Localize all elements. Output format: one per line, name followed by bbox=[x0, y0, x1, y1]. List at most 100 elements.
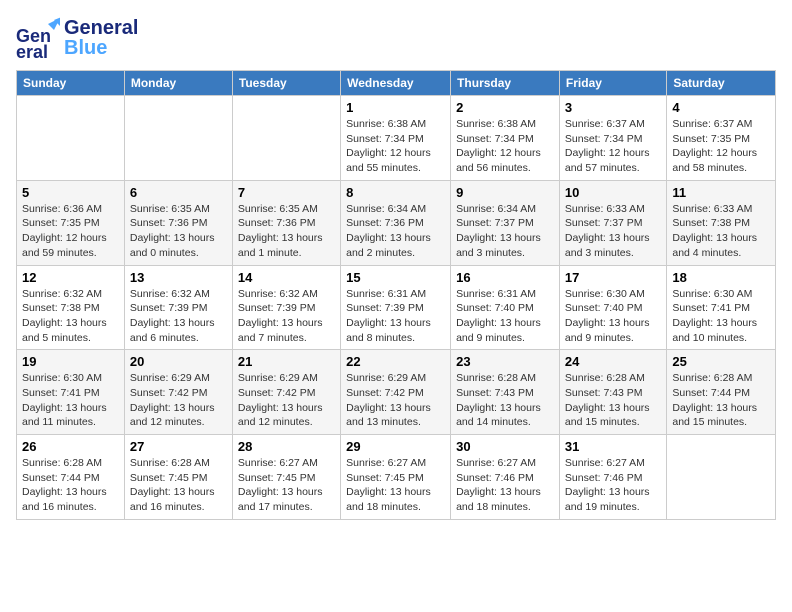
day-info: Sunrise: 6:38 AMSunset: 7:34 PMDaylight:… bbox=[346, 117, 445, 176]
day-number: 17 bbox=[565, 270, 661, 285]
calendar-week-4: 19Sunrise: 6:30 AMSunset: 7:41 PMDayligh… bbox=[17, 350, 776, 435]
day-number: 26 bbox=[22, 439, 119, 454]
day-info: Sunrise: 6:27 AMSunset: 7:45 PMDaylight:… bbox=[238, 456, 335, 515]
calendar-cell: 9 Sunrise: 6:34 AMSunset: 7:37 PMDaylight… bbox=[451, 180, 560, 265]
day-number: 11 bbox=[672, 185, 770, 200]
calendar-cell: 13 Sunrise: 6:32 AMSunset: 7:39 PMDayligh… bbox=[124, 265, 232, 350]
day-info: Sunrise: 6:37 AMSunset: 7:35 PMDaylight:… bbox=[672, 117, 770, 176]
calendar-table: SundayMondayTuesdayWednesdayThursdayFrid… bbox=[16, 70, 776, 520]
day-info: Sunrise: 6:29 AMSunset: 7:42 PMDaylight:… bbox=[346, 371, 445, 430]
day-info: Sunrise: 6:28 AMSunset: 7:44 PMDaylight:… bbox=[672, 371, 770, 430]
calendar-cell: 2 Sunrise: 6:38 AMSunset: 7:34 PMDaylight… bbox=[451, 96, 560, 181]
day-info: Sunrise: 6:32 AMSunset: 7:38 PMDaylight:… bbox=[22, 287, 119, 346]
calendar-cell: 29 Sunrise: 6:27 AMSunset: 7:45 PMDayligh… bbox=[341, 435, 451, 520]
day-number: 21 bbox=[238, 354, 335, 369]
day-number: 15 bbox=[346, 270, 445, 285]
day-info: Sunrise: 6:35 AMSunset: 7:36 PMDaylight:… bbox=[130, 202, 227, 261]
column-header-saturday: Saturday bbox=[667, 71, 776, 96]
day-info: Sunrise: 6:30 AMSunset: 7:41 PMDaylight:… bbox=[22, 371, 119, 430]
calendar-cell: 20 Sunrise: 6:29 AMSunset: 7:42 PMDayligh… bbox=[124, 350, 232, 435]
calendar-week-3: 12 Sunrise: 6:32 AMSunset: 7:38 PMDayligh… bbox=[17, 265, 776, 350]
day-info: Sunrise: 6:28 AMSunset: 7:45 PMDaylight:… bbox=[130, 456, 227, 515]
day-info: Sunrise: 6:28 AMSunset: 7:43 PMDaylight:… bbox=[456, 371, 554, 430]
calendar-cell: 17 Sunrise: 6:30 AMSunset: 7:40 PMDayligh… bbox=[559, 265, 666, 350]
calendar-cell: 16Sunrise: 6:31 AMSunset: 7:40 PMDayligh… bbox=[451, 265, 560, 350]
day-number: 9 bbox=[456, 185, 554, 200]
day-info: Sunrise: 6:31 AMSunset: 7:39 PMDaylight:… bbox=[346, 287, 445, 346]
day-number: 6 bbox=[130, 185, 227, 200]
calendar-cell bbox=[232, 96, 340, 181]
day-number: 25 bbox=[672, 354, 770, 369]
day-info: Sunrise: 6:27 AMSunset: 7:46 PMDaylight:… bbox=[456, 456, 554, 515]
day-info: Sunrise: 6:27 AMSunset: 7:45 PMDaylight:… bbox=[346, 456, 445, 515]
day-info: Sunrise: 6:34 AMSunset: 7:37 PMDaylight:… bbox=[456, 202, 554, 261]
calendar-week-2: 5 Sunrise: 6:36 AMSunset: 7:35 PMDaylight… bbox=[17, 180, 776, 265]
day-info: Sunrise: 6:30 AMSunset: 7:41 PMDaylight:… bbox=[672, 287, 770, 346]
day-info: Sunrise: 6:32 AMSunset: 7:39 PMDaylight:… bbox=[130, 287, 227, 346]
day-info: Sunrise: 6:27 AMSunset: 7:46 PMDaylight:… bbox=[565, 456, 661, 515]
day-number: 2 bbox=[456, 100, 554, 115]
logo-icon: Gen eral bbox=[16, 16, 60, 60]
calendar-cell: 12 Sunrise: 6:32 AMSunset: 7:38 PMDayligh… bbox=[17, 265, 125, 350]
calendar-cell: 14Sunrise: 6:32 AMSunset: 7:39 PMDayligh… bbox=[232, 265, 340, 350]
calendar-cell: 18 Sunrise: 6:30 AMSunset: 7:41 PMDayligh… bbox=[667, 265, 776, 350]
day-info: Sunrise: 6:33 AMSunset: 7:38 PMDaylight:… bbox=[672, 202, 770, 261]
calendar-cell: 1Sunrise: 6:38 AMSunset: 7:34 PMDaylight… bbox=[341, 96, 451, 181]
day-number: 20 bbox=[130, 354, 227, 369]
calendar-cell: 10 Sunrise: 6:33 AMSunset: 7:37 PMDayligh… bbox=[559, 180, 666, 265]
day-number: 29 bbox=[346, 439, 445, 454]
calendar-cell bbox=[124, 96, 232, 181]
calendar-cell: 4 Sunrise: 6:37 AMSunset: 7:35 PMDaylight… bbox=[667, 96, 776, 181]
calendar-header-row: SundayMondayTuesdayWednesdayThursdayFrid… bbox=[17, 71, 776, 96]
day-number: 12 bbox=[22, 270, 119, 285]
day-info: Sunrise: 6:35 AMSunset: 7:36 PMDaylight:… bbox=[238, 202, 335, 261]
column-header-thursday: Thursday bbox=[451, 71, 560, 96]
column-header-friday: Friday bbox=[559, 71, 666, 96]
day-info: Sunrise: 6:30 AMSunset: 7:40 PMDaylight:… bbox=[565, 287, 661, 346]
day-info: Sunrise: 6:28 AMSunset: 7:44 PMDaylight:… bbox=[22, 456, 119, 515]
column-header-monday: Monday bbox=[124, 71, 232, 96]
day-number: 27 bbox=[130, 439, 227, 454]
day-info: Sunrise: 6:28 AMSunset: 7:43 PMDaylight:… bbox=[565, 371, 661, 430]
day-number: 10 bbox=[565, 185, 661, 200]
column-header-wednesday: Wednesday bbox=[341, 71, 451, 96]
calendar-cell bbox=[667, 435, 776, 520]
calendar-cell: 5 Sunrise: 6:36 AMSunset: 7:35 PMDaylight… bbox=[17, 180, 125, 265]
calendar-cell: 23 Sunrise: 6:28 AMSunset: 7:43 PMDayligh… bbox=[451, 350, 560, 435]
day-info: Sunrise: 6:31 AMSunset: 7:40 PMDaylight:… bbox=[456, 287, 554, 346]
logo: Gen eral General Blue bbox=[16, 16, 138, 60]
calendar-cell: 8Sunrise: 6:34 AMSunset: 7:36 PMDaylight… bbox=[341, 180, 451, 265]
calendar-cell: 28 Sunrise: 6:27 AMSunset: 7:45 PMDayligh… bbox=[232, 435, 340, 520]
day-info: Sunrise: 6:36 AMSunset: 7:35 PMDaylight:… bbox=[22, 202, 119, 261]
day-number: 7 bbox=[238, 185, 335, 200]
day-number: 13 bbox=[130, 270, 227, 285]
calendar-cell: 22Sunrise: 6:29 AMSunset: 7:42 PMDayligh… bbox=[341, 350, 451, 435]
calendar-cell: 30Sunrise: 6:27 AMSunset: 7:46 PMDayligh… bbox=[451, 435, 560, 520]
calendar-cell: 11 Sunrise: 6:33 AMSunset: 7:38 PMDayligh… bbox=[667, 180, 776, 265]
day-number: 28 bbox=[238, 439, 335, 454]
calendar-cell: 27 Sunrise: 6:28 AMSunset: 7:45 PMDayligh… bbox=[124, 435, 232, 520]
svg-text:eral: eral bbox=[16, 42, 48, 60]
day-info: Sunrise: 6:37 AMSunset: 7:34 PMDaylight:… bbox=[565, 117, 661, 176]
calendar-cell: 24 Sunrise: 6:28 AMSunset: 7:43 PMDayligh… bbox=[559, 350, 666, 435]
day-number: 24 bbox=[565, 354, 661, 369]
day-number: 5 bbox=[22, 185, 119, 200]
day-info: Sunrise: 6:29 AMSunset: 7:42 PMDaylight:… bbox=[238, 371, 335, 430]
day-info: Sunrise: 6:32 AMSunset: 7:39 PMDaylight:… bbox=[238, 287, 335, 346]
day-info: Sunrise: 6:29 AMSunset: 7:42 PMDaylight:… bbox=[130, 371, 227, 430]
day-number: 18 bbox=[672, 270, 770, 285]
calendar-cell: 6 Sunrise: 6:35 AMSunset: 7:36 PMDaylight… bbox=[124, 180, 232, 265]
day-number: 23 bbox=[456, 354, 554, 369]
day-number: 3 bbox=[565, 100, 661, 115]
day-number: 4 bbox=[672, 100, 770, 115]
calendar-cell: 26 Sunrise: 6:28 AMSunset: 7:44 PMDayligh… bbox=[17, 435, 125, 520]
logo-blue: Blue bbox=[64, 38, 138, 58]
calendar-week-5: 26 Sunrise: 6:28 AMSunset: 7:44 PMDayligh… bbox=[17, 435, 776, 520]
calendar-cell: 21 Sunrise: 6:29 AMSunset: 7:42 PMDayligh… bbox=[232, 350, 340, 435]
day-info: Sunrise: 6:33 AMSunset: 7:37 PMDaylight:… bbox=[565, 202, 661, 261]
day-info: Sunrise: 6:38 AMSunset: 7:34 PMDaylight:… bbox=[456, 117, 554, 176]
calendar-cell: 19Sunrise: 6:30 AMSunset: 7:41 PMDayligh… bbox=[17, 350, 125, 435]
calendar-cell: 3 Sunrise: 6:37 AMSunset: 7:34 PMDaylight… bbox=[559, 96, 666, 181]
calendar-cell: 25 Sunrise: 6:28 AMSunset: 7:44 PMDayligh… bbox=[667, 350, 776, 435]
day-number: 31 bbox=[565, 439, 661, 454]
